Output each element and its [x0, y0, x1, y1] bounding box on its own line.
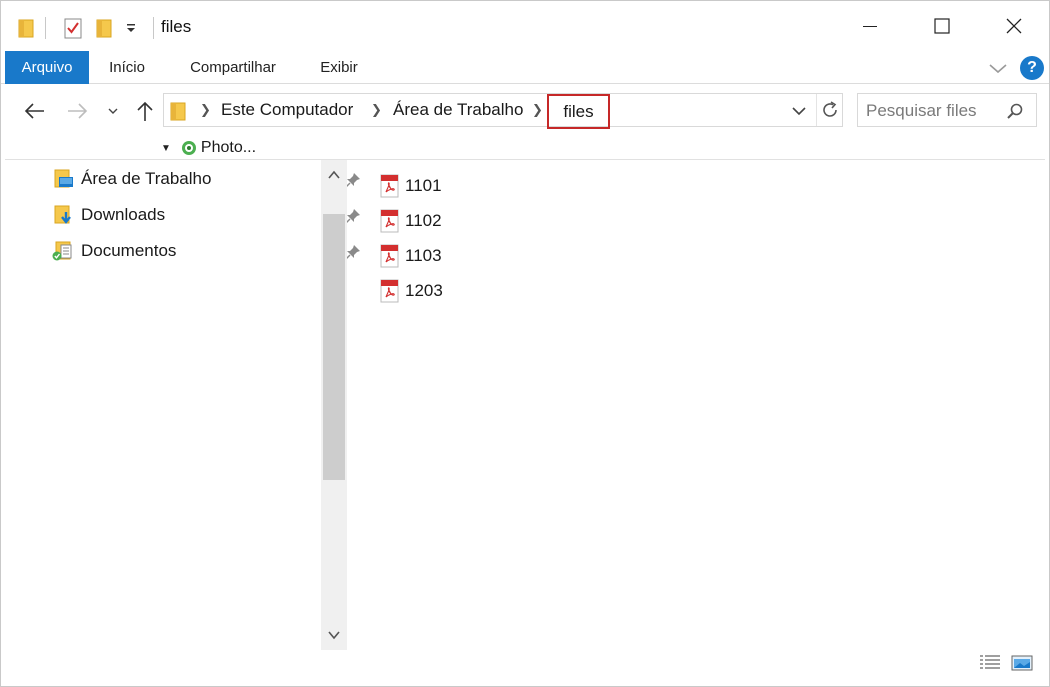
extra-toolbar: ▼ Photo... — [161, 137, 256, 159]
nav-item-label: Área de Trabalho — [81, 169, 212, 188]
photo-toolbar-label[interactable]: Photo... — [201, 139, 256, 157]
file-name: 1203 — [405, 281, 443, 300]
folder-icon — [170, 100, 192, 122]
details-view-button[interactable] — [977, 651, 1003, 675]
ribbon-tabs: Arquivo Início Compartilhar Exibir ? — [1, 51, 1049, 84]
folder-icon[interactable] — [15, 15, 37, 41]
title-separator — [153, 17, 154, 39]
file-name: 1101 — [405, 176, 442, 195]
file-item-1203[interactable]: 1203 — [377, 276, 577, 306]
file-name: 1102 — [405, 211, 442, 230]
scroll-thumb[interactable] — [323, 214, 345, 480]
file-item-1102[interactable]: 1102 — [377, 206, 577, 236]
chevron-right-icon[interactable]: ❯ — [532, 102, 543, 118]
recent-locations-button[interactable] — [103, 99, 123, 123]
minimize-button[interactable] — [847, 1, 893, 51]
quick-access-separator — [45, 17, 46, 39]
help-button[interactable]: ? — [1020, 56, 1044, 80]
nav-item-documentos[interactable]: Documentos — [51, 236, 360, 266]
window-title: files — [161, 17, 192, 36]
nav-pane-scrollbar[interactable] — [321, 160, 347, 650]
navigation-pane: Área de Trabalho Downloads Documentos — [5, 160, 360, 650]
photo-app-icon — [181, 140, 197, 156]
back-button[interactable] — [19, 99, 49, 123]
large-icons-view-icon — [1011, 655, 1033, 671]
address-bar[interactable]: ❯ Este Computador ❯ Área de Trabalho ❯ f… — [163, 93, 843, 129]
maximize-button[interactable] — [919, 1, 965, 51]
forward-arrow-icon — [68, 103, 88, 119]
minimize-icon — [863, 26, 877, 27]
pin-icon[interactable] — [345, 172, 361, 188]
breadcrumb-current[interactable]: files — [547, 94, 610, 129]
chevron-right-icon[interactable]: ❯ — [371, 102, 382, 118]
navigation-bar: ❯ Este Computador ❯ Área de Trabalho ❯ f… — [1, 85, 1049, 137]
refresh-icon — [822, 101, 837, 117]
tab-exibir[interactable]: Exibir — [305, 51, 373, 84]
large-icons-view-button[interactable] — [1009, 651, 1035, 675]
search-box[interactable] — [857, 93, 1037, 127]
desktop-icon — [51, 168, 75, 190]
pin-icon[interactable] — [345, 208, 361, 224]
nav-item-area-de-trabalho[interactable]: Área de Trabalho — [51, 164, 360, 194]
caret-down-icon[interactable]: ▼ — [161, 143, 171, 154]
chevron-up-icon — [328, 170, 340, 179]
search-icon[interactable] — [1006, 102, 1024, 120]
tab-compartilhar[interactable]: Compartilhar — [173, 51, 293, 84]
address-dropdown-button[interactable] — [790, 102, 810, 120]
close-button[interactable] — [991, 1, 1037, 51]
chevron-down-icon — [108, 108, 118, 114]
nav-item-label: Downloads — [81, 205, 166, 224]
close-icon — [1006, 18, 1022, 34]
nav-item-downloads[interactable]: Downloads — [51, 200, 360, 230]
maximize-icon — [934, 18, 950, 34]
title-bar: files — [1, 1, 1049, 51]
scroll-down-button[interactable] — [321, 620, 347, 650]
pdf-icon — [377, 278, 401, 304]
documents-icon — [51, 240, 75, 262]
up-button[interactable] — [131, 99, 159, 123]
downloads-icon — [51, 204, 75, 226]
new-folder-icon[interactable] — [93, 15, 115, 41]
nav-item-label: Documentos — [81, 241, 177, 260]
breadcrumb-area-de-trabalho[interactable]: Área de Trabalho — [393, 100, 523, 120]
file-name: 1103 — [405, 246, 442, 265]
refresh-button[interactable] — [816, 94, 842, 126]
expand-ribbon-icon[interactable] — [987, 59, 1009, 77]
search-input[interactable] — [866, 100, 1006, 122]
forward-button[interactable] — [63, 99, 93, 123]
scroll-up-button[interactable] — [321, 160, 347, 190]
chevron-right-icon[interactable]: ❯ — [200, 102, 211, 118]
up-arrow-icon — [137, 101, 153, 121]
properties-icon[interactable] — [61, 15, 85, 41]
tab-inicio[interactable]: Início — [95, 51, 159, 84]
pdf-icon — [377, 208, 401, 234]
file-explorer-window: files Arquivo Início Compartilhar Exibir… — [0, 0, 1050, 687]
file-item-1103[interactable]: 1103 — [377, 241, 577, 271]
pdf-icon — [377, 243, 401, 269]
details-view-icon — [980, 655, 1000, 669]
customize-dropdown-icon[interactable] — [123, 15, 139, 41]
chevron-down-icon — [328, 631, 340, 640]
back-arrow-icon — [24, 103, 44, 119]
chevron-down-icon — [792, 107, 806, 116]
file-item-1101[interactable]: 1101 — [377, 171, 577, 201]
pdf-icon — [377, 173, 401, 199]
file-list: 1101 1102 1103 1203 — [373, 169, 1033, 649]
tab-arquivo[interactable]: Arquivo — [5, 51, 89, 84]
pin-icon[interactable] — [345, 244, 361, 260]
breadcrumb-este-computador[interactable]: Este Computador — [221, 100, 353, 120]
